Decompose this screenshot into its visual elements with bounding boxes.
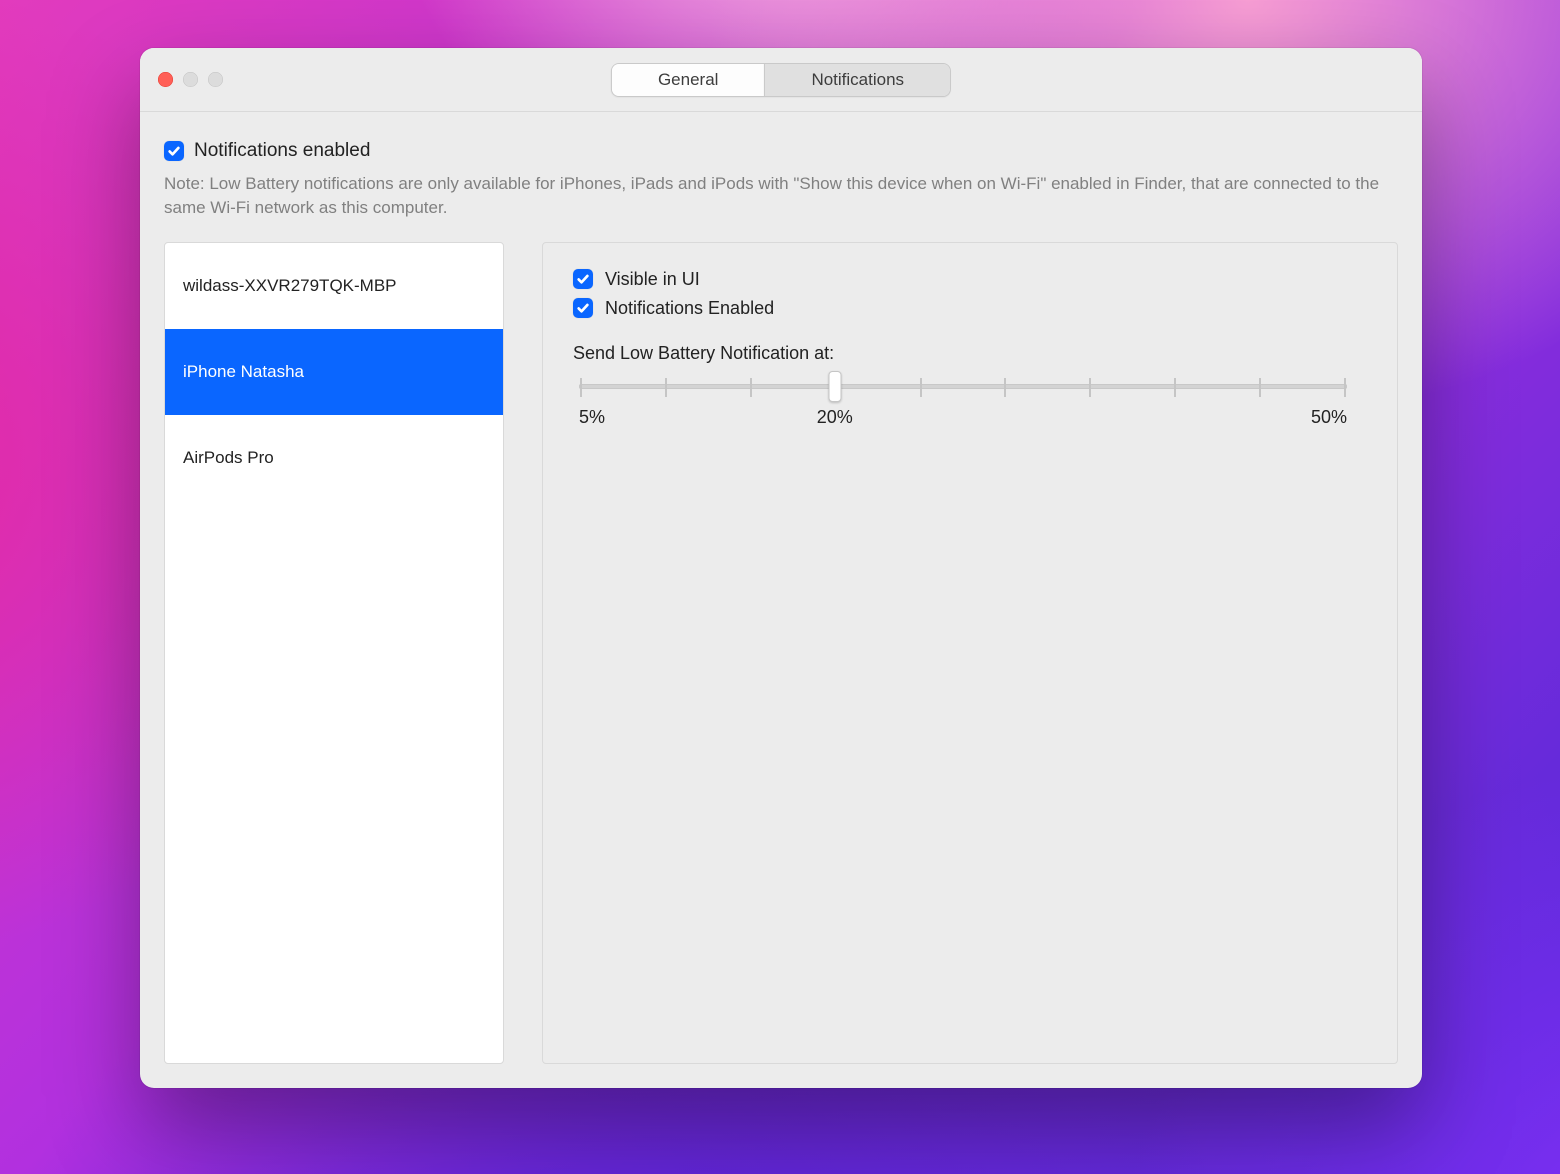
slider-title: Send Low Battery Notification at:: [573, 343, 1353, 364]
device-list[interactable]: wildass-XXVR279TQK-MBP iPhone Natasha Ai…: [164, 242, 504, 1064]
titlebar: General Notifications: [140, 48, 1422, 112]
checkmark-icon: [576, 301, 590, 315]
content-area: Notifications enabled Note: Low Battery …: [140, 112, 1422, 1088]
tab-general[interactable]: General: [612, 64, 764, 96]
slider-min-label: 5%: [579, 407, 605, 428]
zoom-window-button[interactable]: [208, 72, 223, 87]
checkmark-icon: [576, 272, 590, 286]
low-battery-note: Note: Low Battery notifications are only…: [164, 172, 1398, 220]
minimize-window-button[interactable]: [183, 72, 198, 87]
low-battery-slider[interactable]: 5% 20% 50%: [573, 384, 1353, 431]
visible-in-ui-label: Visible in UI: [605, 269, 700, 290]
list-item[interactable]: wildass-XXVR279TQK-MBP: [165, 243, 503, 329]
visible-in-ui-checkbox[interactable]: [573, 269, 593, 289]
device-notifications-label: Notifications Enabled: [605, 298, 774, 319]
traffic-lights: [158, 72, 223, 87]
tab-notifications[interactable]: Notifications: [764, 64, 950, 96]
device-detail-panel: Visible in UI Notifications Enabled Send…: [542, 242, 1398, 1064]
slider-thumb[interactable]: [829, 371, 842, 402]
slider-max-label: 50%: [1311, 407, 1347, 428]
list-item[interactable]: AirPods Pro: [165, 415, 503, 501]
slider-mid-label: 20%: [817, 407, 853, 428]
device-notifications-checkbox[interactable]: [573, 298, 593, 318]
notifications-enabled-label: Notifications enabled: [194, 140, 370, 162]
list-item[interactable]: iPhone Natasha: [165, 329, 503, 415]
preferences-window: General Notifications Notifications enab…: [140, 48, 1422, 1088]
checkmark-icon: [167, 144, 181, 158]
slider-track: [579, 384, 1347, 389]
notifications-enabled-checkbox[interactable]: [164, 141, 184, 161]
tab-switcher: General Notifications: [611, 63, 951, 97]
close-window-button[interactable]: [158, 72, 173, 87]
